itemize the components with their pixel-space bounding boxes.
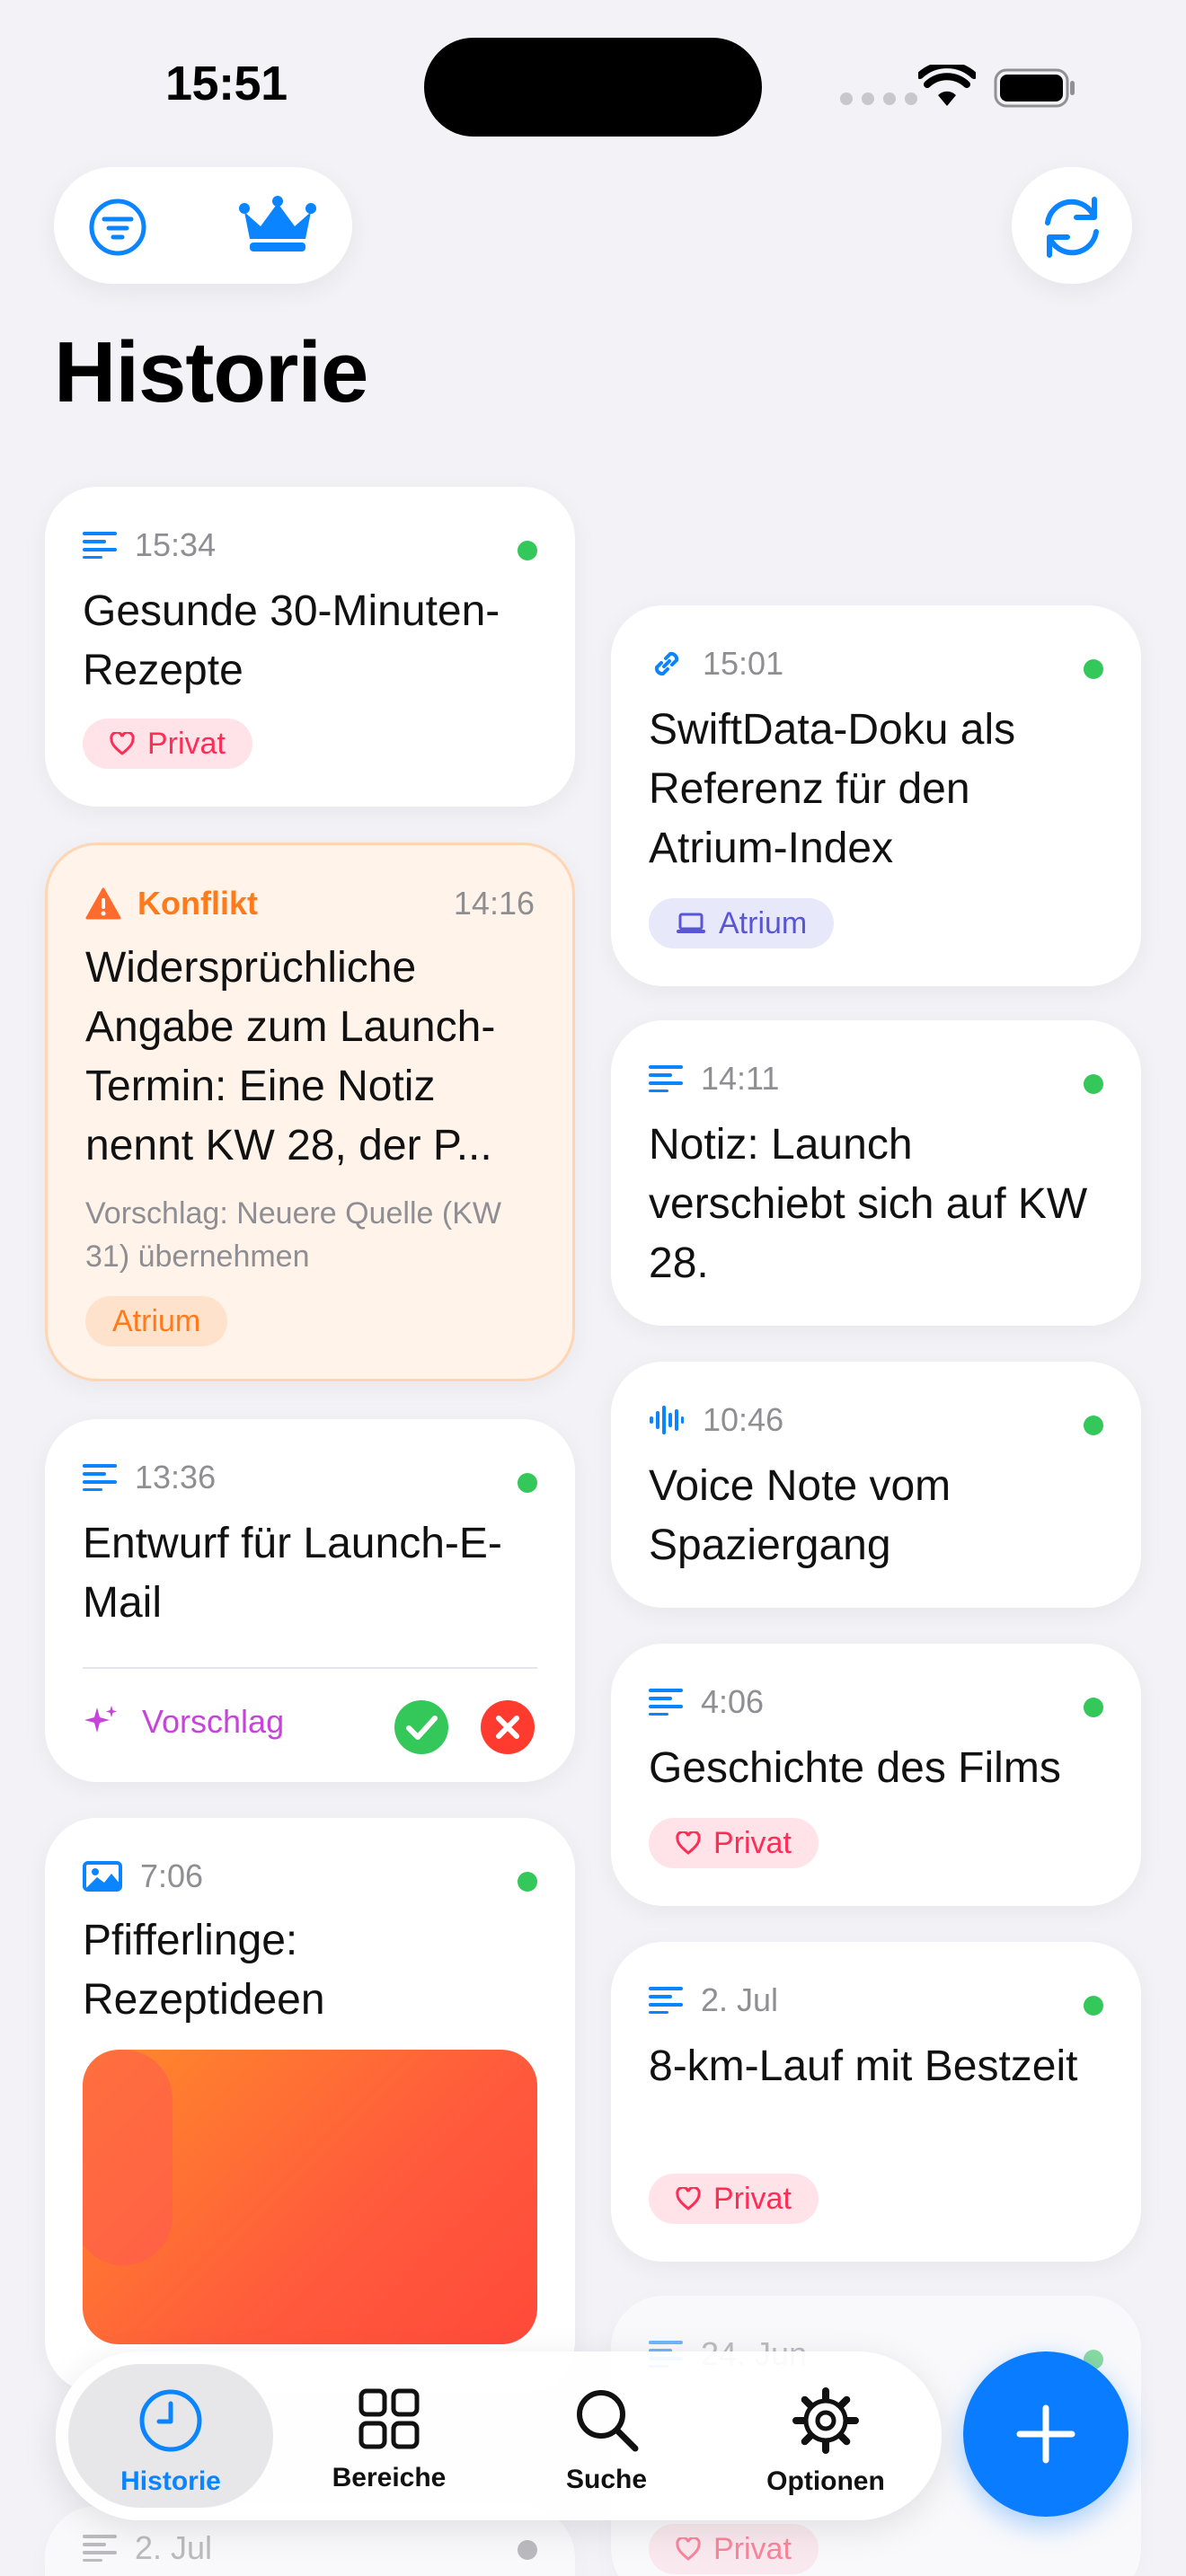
tag-privat[interactable]: Privat (649, 2524, 819, 2574)
reject-button[interactable] (480, 1699, 535, 1755)
conflict-label: Konflikt (137, 885, 258, 922)
tab-suche[interactable]: Suche (503, 2364, 710, 2508)
waveform-icon (650, 1406, 684, 1434)
card-time: 7:06 (140, 1857, 204, 1894)
text-lines-icon (83, 532, 117, 559)
status-dot (1084, 659, 1103, 679)
card-title: Widersprüchliche Angabe zum Launch-Termi… (85, 944, 496, 1169)
tab-optionen[interactable]: Optionen (722, 2364, 929, 2508)
card-title: Gesunde 30-Minuten-Rezepte (83, 587, 500, 694)
divider (83, 1667, 537, 1669)
status-dot (1084, 1996, 1103, 2016)
tag-privat[interactable]: Privat (649, 1818, 819, 1868)
history-card[interactable]: 10:46 Voice Note vom Spaziergang (611, 1362, 1141, 1608)
heart-icon (676, 1831, 701, 1855)
tab-bereiche[interactable]: Bereiche (286, 2364, 492, 2508)
status-dot (1084, 1416, 1103, 1435)
status-dot (1084, 1074, 1103, 1094)
card-time: 14:11 (701, 1060, 780, 1097)
tag-privat[interactable]: Privat (649, 2174, 819, 2224)
tab-historie[interactable]: Historie (68, 2364, 273, 2508)
card-title: Geschichte des Films (649, 1744, 1061, 1792)
card-title: Entwurf für Launch-E-Mail (83, 1520, 502, 1627)
card-title: Voice Note vom Spaziergang (649, 1462, 951, 1569)
sparkles-icon (84, 1706, 117, 1733)
suggestion-label: Vorschlag (142, 1703, 285, 1740)
gear-icon (792, 2387, 859, 2454)
card-time: 2. Jul (701, 1981, 779, 2018)
card-time: 10:46 (703, 1401, 784, 1438)
card-time: 15:34 (135, 526, 217, 563)
text-lines-icon (83, 1464, 117, 1491)
warning-icon (85, 887, 121, 920)
conflict-suggestion: Vorschlag: Neuere Quelle (KW 31) überneh… (85, 1196, 501, 1274)
card-time: 4:06 (701, 1683, 765, 1720)
text-lines-icon (83, 2535, 117, 2562)
conflict-card[interactable]: Konflikt 14:16 Widersprüchliche Angabe z… (45, 842, 575, 1381)
card-title: SwiftData-Doku als Referenz für den Atri… (649, 706, 1016, 872)
photo-icon (83, 1861, 122, 1892)
history-card[interactable]: 15:34 Gesunde 30-Minuten-Rezepte Privat (45, 487, 575, 807)
sync-icon (1045, 197, 1099, 258)
grid-icon (358, 2388, 420, 2449)
tag-privat[interactable]: Privat (83, 719, 252, 769)
accept-button[interactable] (394, 1699, 449, 1755)
status-dot (518, 1872, 537, 1892)
text-lines-icon (649, 1065, 683, 1092)
history-card[interactable]: 13:36 Entwurf für Launch-E-Mail Vorschla… (45, 1419, 575, 1782)
history-card[interactable]: 2. Jul 8-km-Lauf mit Bestzeit Privat (611, 1942, 1141, 2262)
filter-icon[interactable] (86, 196, 149, 259)
clock-icon (139, 2389, 202, 2452)
tab-label: Suche (565, 2465, 648, 2494)
plus-icon (1016, 2404, 1075, 2464)
history-card[interactable]: 15:01 SwiftData-Doku als Referenz für de… (611, 605, 1141, 986)
status-time: 15:51 (165, 57, 288, 110)
status-dot (518, 1473, 537, 1493)
add-button[interactable] (963, 2351, 1128, 2517)
status-dot (518, 2540, 537, 2560)
history-card[interactable]: 14:11 Notiz: Launch verschiebt sich auf … (611, 1020, 1141, 1326)
heart-icon (676, 2187, 701, 2210)
wifi-icon (918, 65, 976, 106)
tab-label: Historie (120, 2466, 221, 2496)
tab-label: Optionen (766, 2466, 885, 2496)
card-time: 2. Jul (135, 2529, 213, 2566)
tag-atrium[interactable]: Atrium (85, 1296, 228, 1346)
card-time: 13:36 (135, 1459, 217, 1495)
magnifier-icon (577, 2390, 639, 2452)
card-time: 15:01 (703, 645, 784, 682)
card-title: Notiz: Launch verschiebt sich auf KW 28. (649, 1121, 1088, 1287)
tab-label: Bereiche (332, 2463, 447, 2492)
card-title: Pfifferlinge: Rezeptideen (83, 1917, 325, 2024)
status-dot (1084, 1698, 1103, 1717)
history-card[interactable]: 4:06 Geschichte des Films Privat (611, 1644, 1141, 1906)
card-time: 14:16 (453, 885, 535, 922)
suggestion-row: Vorschlag (83, 1703, 284, 1741)
tag-atrium[interactable]: Atrium (649, 898, 835, 948)
photo-preview[interactable] (83, 2050, 537, 2344)
link-icon (654, 651, 679, 676)
heart-icon (676, 2537, 701, 2561)
history-card[interactable]: 7:06 Pfifferlinge: Rezeptideen (45, 1818, 575, 2393)
laptop-icon (677, 913, 705, 933)
card-title: 8-km-Lauf mit Bestzeit (649, 2042, 1078, 2090)
text-lines-icon (649, 1689, 683, 1716)
status-dot (518, 541, 537, 560)
page-title: Historie (54, 324, 368, 420)
battery-icon (994, 68, 1075, 108)
cellular-signal-icon (840, 93, 917, 105)
heart-icon (110, 732, 135, 755)
dynamic-island (424, 38, 762, 137)
text-lines-icon (649, 1987, 683, 2014)
crown-icon[interactable] (239, 196, 316, 255)
